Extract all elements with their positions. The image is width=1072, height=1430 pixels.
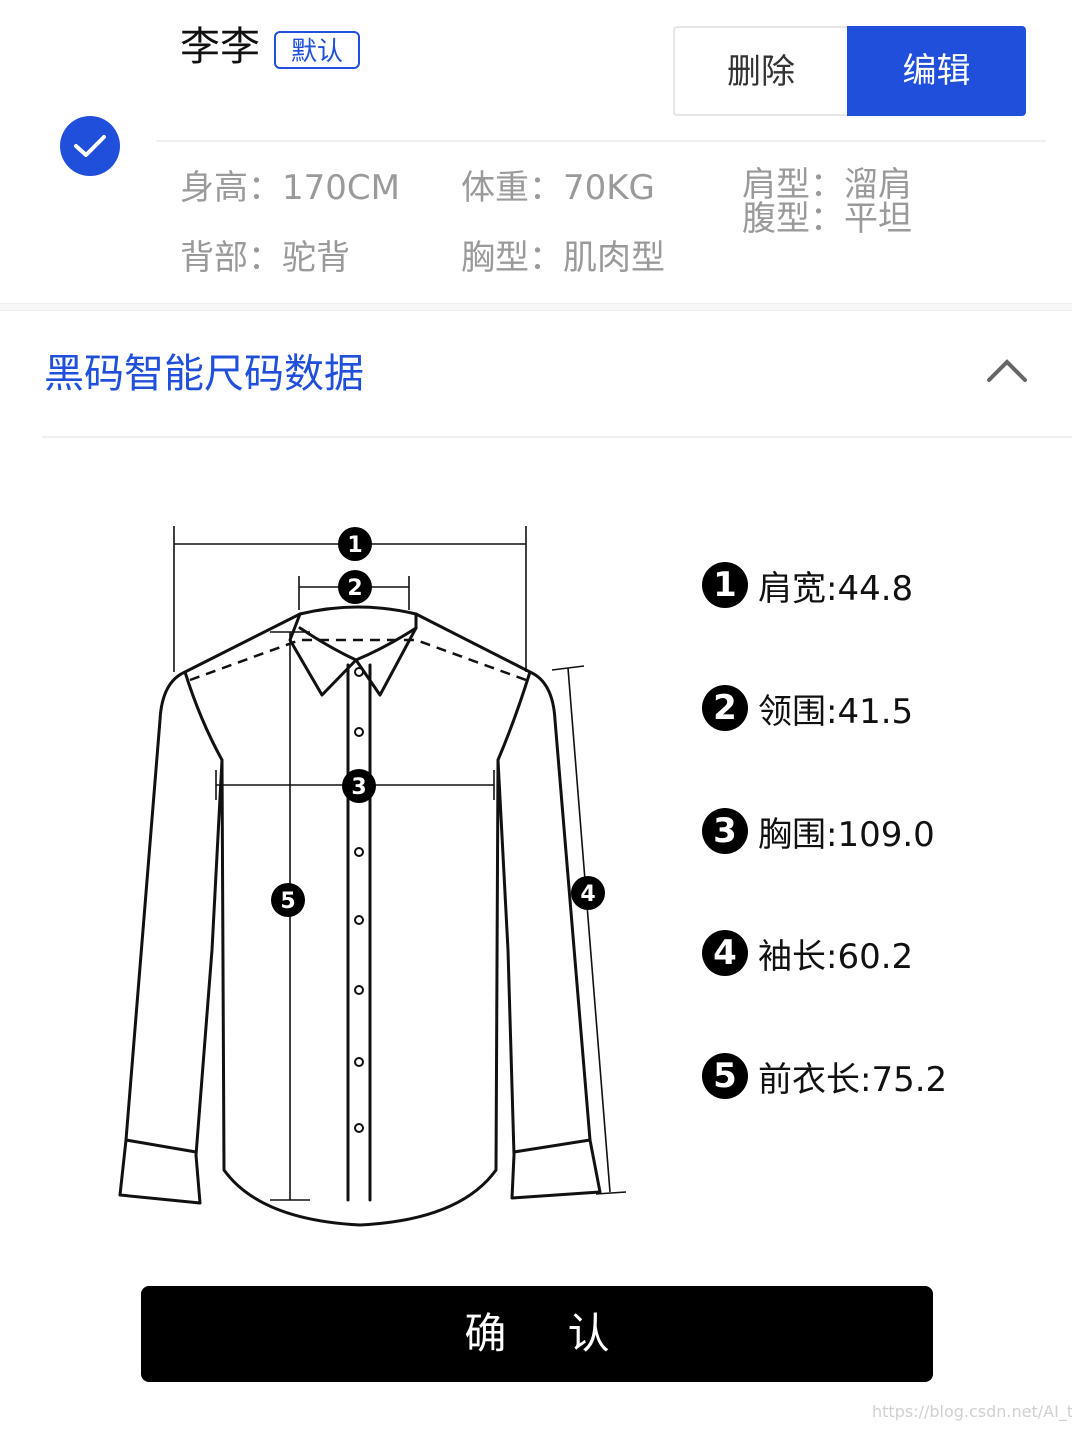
confirm-button[interactable]: 确 认 [141, 1286, 933, 1382]
divider [42, 436, 1072, 438]
number-badge: 4 [702, 930, 748, 976]
marker-5-label: 5 [280, 889, 295, 914]
section-separator [0, 303, 1072, 311]
marker-3-label: 3 [351, 775, 366, 800]
attr-back: 背部：驼背 [180, 238, 350, 278]
selected-check-button[interactable] [60, 116, 120, 176]
attr-belly: 腹型：平坦 [742, 199, 912, 239]
number-badge: 2 [702, 685, 748, 731]
number-badge: 1 [702, 562, 748, 608]
marker-1-label: 1 [347, 533, 362, 558]
delete-button[interactable]: 删除 [673, 26, 847, 116]
watermark: https://blog.csdn.net/AI_top [872, 1402, 1072, 1421]
number-badge: 5 [702, 1053, 748, 1099]
marker-4-label: 4 [580, 882, 595, 907]
edit-button[interactable]: 编辑 [847, 26, 1026, 116]
divider [156, 140, 1046, 142]
default-badge: 默认 [274, 31, 360, 69]
measurement-text: 肩宽:44.8 [758, 568, 914, 609]
chevron-up-icon [987, 359, 1027, 382]
measurement-collar: 2 领围:41.5 [702, 684, 913, 732]
attr-height: 身高：170CM [180, 168, 400, 208]
measurement-shoulder: 1 肩宽:44.8 [702, 561, 913, 609]
checkmark-icon [74, 135, 106, 157]
number-badge: 3 [702, 808, 748, 854]
measurement-front-length: 5 前衣长:75.2 [702, 1052, 947, 1100]
measurement-text: 领围:41.5 [758, 691, 914, 732]
measurement-text: 袖长:60.2 [758, 936, 914, 977]
attr-chest: 胸型：肌肉型 [461, 238, 665, 278]
measurement-text: 胸围:109.0 [758, 814, 935, 855]
profile-name: 李李 [180, 24, 260, 70]
marker-2-label: 2 [347, 576, 362, 601]
measurement-chest: 3 胸围:109.0 [702, 807, 935, 855]
attr-weight: 体重：70KG [461, 168, 655, 208]
section-title: 黑码智能尺码数据 [44, 351, 364, 397]
measurement-text: 前衣长:75.2 [758, 1059, 948, 1100]
attr-shoulder: 肩型：溜肩 [742, 165, 912, 205]
measurement-sleeve: 4 袖长:60.2 [702, 929, 913, 977]
shirt-size-diagram: 1 2 3 4 5 [118, 526, 627, 1227]
collapse-toggle[interactable] [984, 356, 1030, 390]
